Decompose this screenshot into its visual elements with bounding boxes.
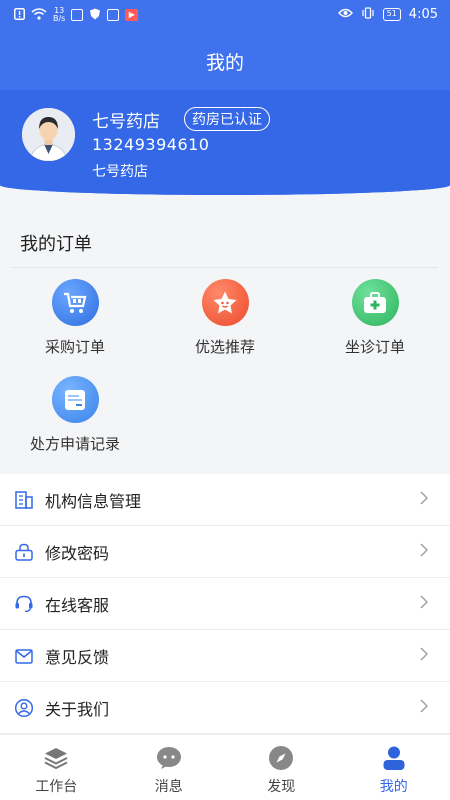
avatar[interactable] — [22, 108, 75, 161]
verified-badge: 药房已认证 — [184, 107, 270, 131]
menu-item-institution-info[interactable]: 机构信息管理 — [0, 474, 450, 526]
tab-discover[interactable]: 发现 — [225, 735, 338, 800]
orders-divider — [12, 267, 438, 268]
order-label: 处方申请记录 — [29, 435, 120, 453]
person-icon — [380, 744, 408, 772]
mail-icon — [13, 645, 35, 667]
chevron-right-icon — [420, 490, 428, 509]
menu-item-customer-service[interactable]: 在线客服 — [0, 578, 450, 630]
profile-card[interactable]: 七号药店 药房已认证 13249394610 七号药店 — [0, 90, 450, 195]
orders-section-title: 我的订单 — [20, 234, 92, 255]
menu-label: 在线客服 — [45, 595, 110, 615]
page-title: 我的 — [205, 52, 244, 74]
menu-label: 意见反馈 — [45, 647, 110, 667]
order-label: 坐诊订单 — [344, 338, 405, 356]
building-icon — [13, 489, 35, 511]
shop-name: 七号药店 — [92, 112, 160, 132]
bottom-tab-bar: 工作台 消息 发现 我的 — [0, 734, 450, 800]
layers-icon — [42, 744, 70, 772]
star-icon — [201, 279, 249, 326]
document-icon — [51, 376, 99, 423]
chevron-right-icon — [420, 698, 428, 717]
video-app-icon: ▶ — [125, 9, 139, 21]
order-label: 采购订单 — [44, 338, 105, 356]
tab-mine[interactable]: 我的 — [338, 735, 450, 800]
shop-subtitle: 七号药店 — [92, 164, 148, 180]
menu-item-about-us[interactable]: 关于我们 — [0, 682, 450, 734]
battery-icon: 51 — [382, 8, 401, 21]
chevron-right-icon — [420, 594, 428, 613]
settings-menu: 机构信息管理 修改密码 在线客服 意见反馈 关于我们 — [0, 474, 450, 734]
net-speed: 13 B/s — [53, 6, 66, 23]
tab-label: 我的 — [379, 779, 408, 795]
eye-icon — [337, 8, 353, 21]
order-prescription[interactable]: 处方申请记录 — [5, 376, 145, 454]
chevron-right-icon — [420, 542, 428, 561]
tab-label: 工作台 — [35, 779, 78, 795]
order-label: 优选推荐 — [194, 338, 255, 356]
cart-icon — [51, 279, 99, 326]
menu-label: 机构信息管理 — [45, 491, 142, 511]
medkit-icon — [351, 279, 399, 326]
order-recommend[interactable]: 优选推荐 — [155, 279, 295, 357]
headset-icon — [13, 593, 35, 615]
tab-label: 消息 — [154, 779, 183, 795]
tab-label: 发现 — [267, 779, 296, 795]
clock: 4:05 — [408, 7, 438, 22]
menu-label: 关于我们 — [45, 699, 110, 719]
order-purchase[interactable]: 采购订单 — [5, 279, 145, 357]
shield-icon — [89, 8, 101, 23]
doctor-avatar-icon — [22, 108, 75, 161]
chevron-right-icon — [420, 646, 428, 665]
compass-icon — [267, 744, 295, 772]
notification-icon — [14, 7, 25, 23]
user-circle-icon — [13, 697, 35, 719]
chat-icon — [155, 744, 183, 772]
wifi-icon — [31, 7, 47, 23]
vibrate-icon — [361, 7, 375, 22]
game-icon — [107, 9, 120, 21]
menu-label: 修改密码 — [45, 543, 110, 563]
app-notification-icon — [71, 9, 84, 21]
tab-workbench[interactable]: 工作台 — [0, 735, 113, 800]
tab-messages[interactable]: 消息 — [113, 735, 226, 800]
order-consultation[interactable]: 坐诊订单 — [305, 279, 445, 357]
menu-item-change-password[interactable]: 修改密码 — [0, 526, 450, 578]
phone-number: 13249394610 — [92, 135, 210, 154]
lock-icon — [13, 541, 35, 563]
status-bar: 13 B/s ▶ 51 4:05 — [0, 0, 450, 30]
menu-item-feedback[interactable]: 意见反馈 — [0, 630, 450, 682]
